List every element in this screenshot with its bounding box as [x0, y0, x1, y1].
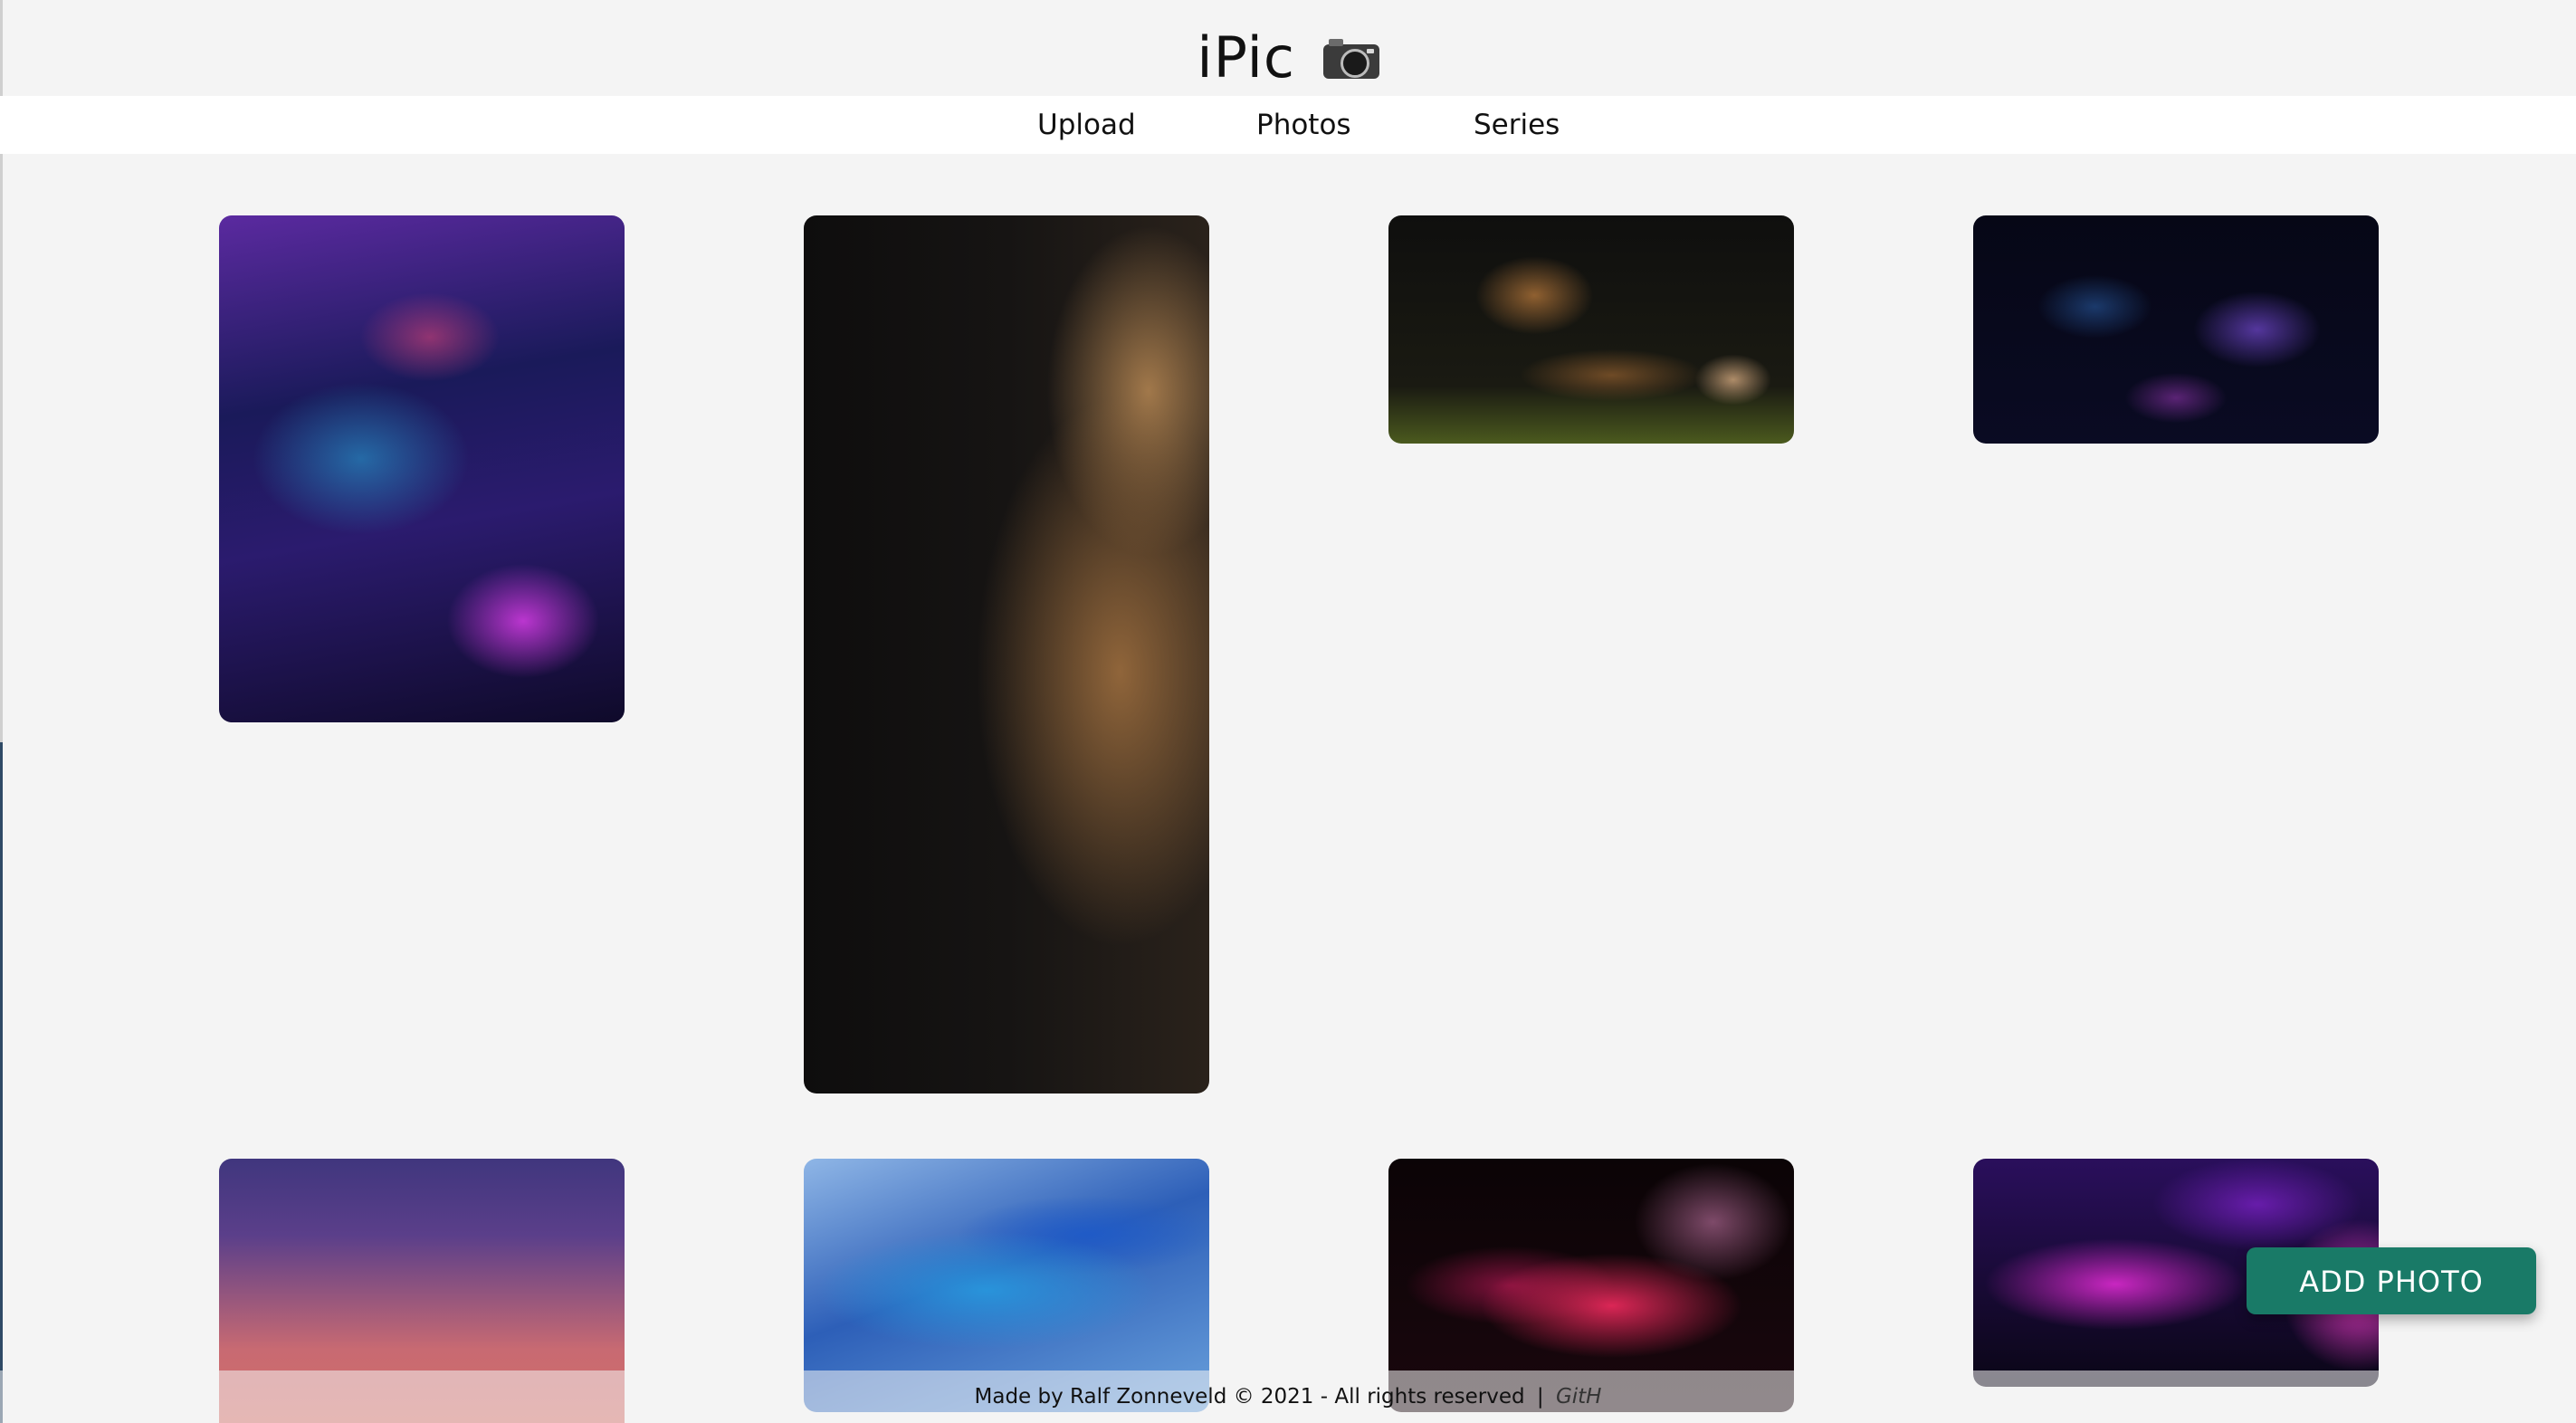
photo-gallery	[0, 0, 2576, 1423]
footer: Made by Ralf Zonneveld © 2021 - All righ…	[0, 1370, 2576, 1423]
github-link[interactable]: GitH	[1556, 1385, 1602, 1409]
footer-text: Made by Ralf Zonneveld © 2021 - All righ…	[974, 1385, 1525, 1409]
photo-card[interactable]	[1973, 215, 2379, 444]
photo-card[interactable]	[804, 215, 1209, 1094]
footer-separator: |	[1536, 1385, 1544, 1409]
add-photo-button[interactable]: ADD PHOTO	[2247, 1247, 2536, 1314]
photo-card[interactable]	[1388, 215, 1794, 444]
photo-card[interactable]	[219, 215, 625, 722]
